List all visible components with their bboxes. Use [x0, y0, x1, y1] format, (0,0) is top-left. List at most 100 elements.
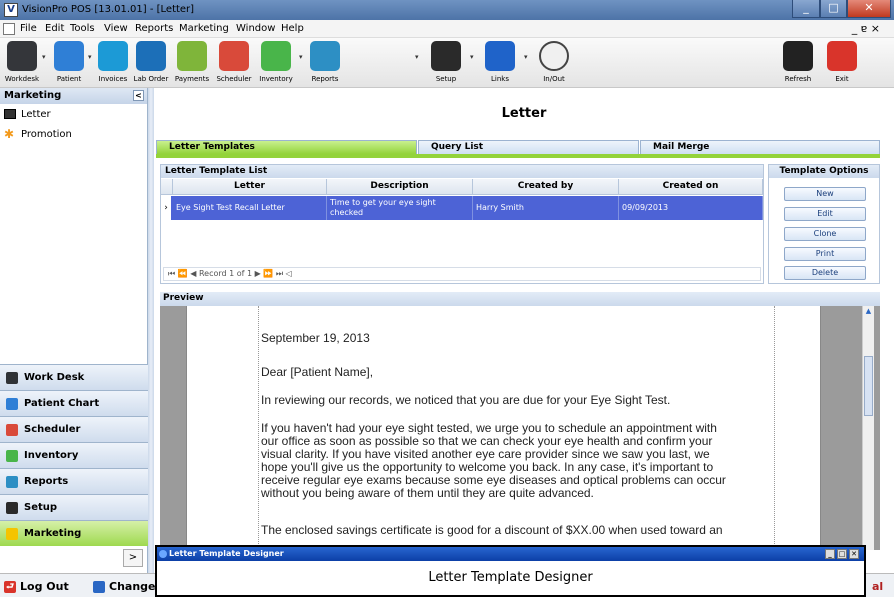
record-position: Record 1 of 1: [198, 269, 253, 278]
main-content: Letter Letter Templates Query List Mail …: [154, 88, 894, 573]
column-created-on[interactable]: Created on: [619, 179, 763, 195]
lab-order-icon: [136, 41, 166, 71]
print-button[interactable]: Print: [784, 247, 866, 261]
nav-patient-chart[interactable]: Patient Chart: [0, 390, 148, 416]
minimize-button[interactable]: _: [792, 0, 820, 18]
designer-maximize-button[interactable]: □: [837, 549, 847, 559]
patient-dropdown-icon[interactable]: ▾: [88, 53, 92, 61]
letter-template-designer-window: Letter Template Designer _ □ ✕ Letter Te…: [155, 545, 866, 597]
payments-icon: [177, 41, 207, 71]
status-text-fragment: al: [872, 580, 884, 593]
scroll-up-icon[interactable]: ▲: [863, 306, 874, 317]
nav-expand-button[interactable]: >: [123, 549, 143, 567]
nav-reports[interactable]: Reports: [0, 468, 148, 494]
nav-scheduler[interactable]: Scheduler: [0, 416, 148, 442]
menu-marketing[interactable]: Marketing: [179, 23, 229, 34]
designer-app-icon: [159, 550, 167, 558]
tab-letter-templates[interactable]: Letter Templates: [156, 140, 417, 154]
designer-close-button[interactable]: ✕: [849, 549, 859, 559]
mdi-window-controls[interactable]: _ ɐ ×: [852, 22, 880, 35]
preview-scrollbar[interactable]: ▲: [862, 306, 874, 550]
designer-minimize-button[interactable]: _: [825, 549, 835, 559]
letter-salutation: Dear [Patient Name],: [261, 365, 374, 379]
change-user-button[interactable]: Change: [93, 580, 156, 593]
toolbar-workdesk-button[interactable]: Workdesk: [4, 41, 40, 83]
navigation-stack: Work Desk Patient Chart Scheduler Invent…: [0, 364, 148, 546]
toolbar-reports-button[interactable]: Reports: [306, 41, 344, 83]
table-row[interactable]: Eye Sight Test Recall Letter Time to get…: [161, 196, 763, 220]
star-icon: ✱: [4, 127, 15, 141]
clone-button[interactable]: Clone: [784, 227, 866, 241]
toolbar-inventory-button[interactable]: Inventory: [256, 41, 296, 83]
close-button[interactable]: ✕: [847, 0, 891, 18]
delete-button[interactable]: Delete: [784, 266, 866, 280]
nav-setup[interactable]: Setup: [0, 494, 148, 520]
inventory-icon: [261, 41, 291, 71]
edit-button[interactable]: Edit: [784, 207, 866, 221]
toolbar-lab-order-button[interactable]: Lab Order: [132, 41, 170, 83]
new-button[interactable]: New: [784, 187, 866, 201]
work-desk-icon: [6, 371, 18, 384]
menu-reports[interactable]: Reports: [135, 23, 173, 34]
left-panel-title: Marketing: [4, 90, 62, 101]
links-dropdown-icon[interactable]: ▾: [524, 53, 528, 61]
column-description[interactable]: Description: [327, 179, 473, 195]
menu-view[interactable]: View: [104, 23, 128, 34]
document-icon: [3, 23, 15, 35]
nav-work-desk[interactable]: Work Desk: [0, 364, 148, 390]
toolbar-in-out-button[interactable]: In/Out: [536, 41, 572, 83]
menu-tools[interactable]: Tools: [70, 23, 95, 34]
menu-edit[interactable]: Edit: [45, 23, 64, 34]
nav-label: Inventory: [24, 450, 79, 461]
letter-paragraph-2: If you haven't had your eye sight tested…: [261, 422, 761, 500]
record-navigator[interactable]: ⏮ ⏪ ◀ Record 1 of 1 ▶ ⏩ ⏭ ◁: [163, 267, 761, 281]
toolbar-scheduler-button[interactable]: Scheduler: [214, 41, 254, 83]
maximize-button[interactable]: □: [820, 0, 847, 18]
left-panel-item-label: Letter: [21, 108, 51, 120]
column-created-by[interactable]: Created by: [473, 179, 619, 195]
menu-help[interactable]: Help: [281, 23, 304, 34]
options-header: Template Options: [769, 165, 879, 178]
workdesk-dropdown-icon[interactable]: ▾: [42, 53, 46, 61]
left-panel-item-promotion[interactable]: ✱ Promotion: [0, 124, 147, 144]
tab-query-list[interactable]: Query List: [418, 140, 639, 154]
column-letter[interactable]: Letter: [173, 179, 327, 195]
grid-header: Letter Description Created by Created on: [161, 179, 763, 195]
marketing-icon: [6, 527, 18, 540]
last-record-icon[interactable]: ▶ ⏩ ⏭ ◁: [255, 269, 292, 278]
reports-dropdown-icon[interactable]: ▾: [415, 53, 419, 61]
patient-icon: [54, 41, 84, 71]
scroll-thumb[interactable]: [864, 356, 873, 416]
first-record-icon[interactable]: ⏮ ⏪ ◀: [168, 269, 199, 278]
toolbar-invoices-button[interactable]: Invoices: [96, 41, 130, 83]
template-options: Template Options New Edit Clone Print De…: [768, 164, 880, 284]
left-panel-item-letter[interactable]: Letter: [0, 104, 147, 124]
app-logo-icon: V: [4, 3, 18, 17]
designer-titlebar: Letter Template Designer _ □ ✕: [157, 547, 864, 561]
menu-bar: File Edit Tools View Reports Marketing W…: [0, 20, 894, 38]
tab-mail-merge[interactable]: Mail Merge: [640, 140, 880, 154]
menu-window[interactable]: Window: [236, 23, 275, 34]
change-user-icon: [93, 580, 105, 593]
toolbar: Workdesk ▾ Patient ▾ Invoices Lab Order …: [0, 38, 894, 88]
nav-marketing[interactable]: Marketing: [0, 520, 148, 546]
nav-label: Work Desk: [24, 372, 85, 383]
menu-file[interactable]: File: [20, 23, 37, 34]
nav-inventory[interactable]: Inventory: [0, 442, 148, 468]
setup-dropdown-icon[interactable]: ▾: [470, 53, 474, 61]
toolbar-payments-button[interactable]: Payments: [172, 41, 212, 83]
setup-icon: [431, 41, 461, 71]
toolbar-setup-button[interactable]: Setup: [428, 41, 464, 83]
inventory-dropdown-icon[interactable]: ▾: [299, 53, 303, 61]
nav-label: Setup: [24, 502, 58, 513]
toolbar-links-button[interactable]: Links: [482, 41, 518, 83]
toolbar-patient-button[interactable]: Patient: [52, 41, 86, 83]
toolbar-refresh-button[interactable]: Refresh: [780, 41, 816, 83]
letter-template-list: Letter Template List Letter Description …: [160, 164, 764, 284]
letter-date: September 19, 2013: [261, 331, 370, 345]
toolbar-exit-button[interactable]: Exit: [826, 41, 858, 83]
envelope-icon: [4, 109, 16, 119]
collapse-panel-button[interactable]: <: [133, 90, 144, 101]
log-out-button[interactable]: ⮐ Log Out: [4, 580, 69, 593]
links-icon: [485, 41, 515, 71]
